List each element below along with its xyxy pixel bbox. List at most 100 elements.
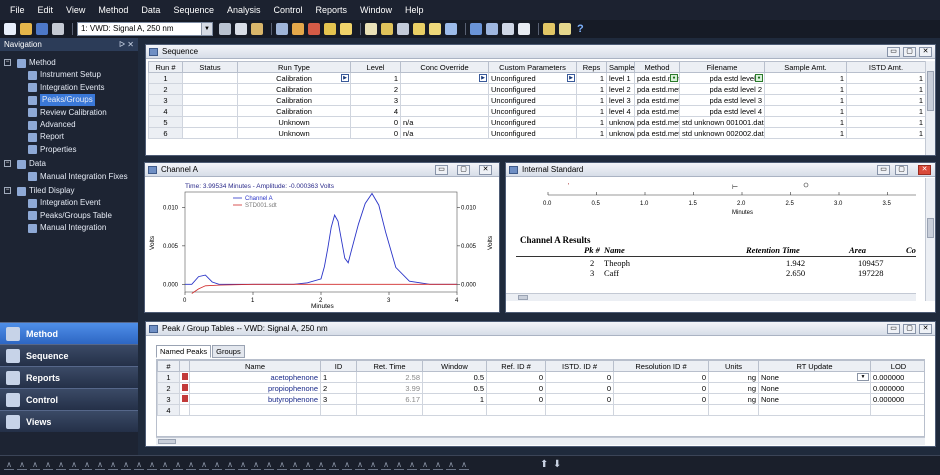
table-cell[interactable]: std unknown 001001.dat	[679, 116, 765, 128]
table-cell[interactable]: n/a	[400, 116, 489, 128]
table-row[interactable]: 1 Calibration ▶ 1 ▶ Unconfigured ▶ 1 level 1 pda …	[148, 72, 925, 84]
table-cell[interactable]: 1	[764, 94, 847, 106]
table-cell[interactable]: pda estd.met	[634, 94, 680, 106]
column-header[interactable]: LOD	[870, 360, 924, 372]
integration-tool-icon[interactable]: ∧	[329, 460, 339, 470]
table-cell[interactable]: pda estd level 3	[679, 94, 765, 106]
dropdown-arrow-icon[interactable]: ▶	[479, 74, 487, 82]
table-cell[interactable]: 1	[846, 83, 925, 95]
integration-tool-icon[interactable]: ∧	[56, 460, 66, 470]
peak-hscrollbar[interactable]	[156, 437, 925, 445]
table-cell[interactable]: 1	[576, 127, 607, 139]
table-cell[interactable]: Unknown	[237, 116, 351, 128]
table-cell[interactable]: 1	[576, 94, 607, 106]
row-number[interactable]: 2	[157, 382, 180, 394]
table-cell[interactable]: pda estd.met	[634, 83, 680, 95]
integration-tool-icon[interactable]: ∧	[238, 460, 248, 470]
table-cell[interactable]: 1	[764, 105, 847, 117]
integration-tool-icon[interactable]: ∧	[251, 460, 261, 470]
menu-analysis[interactable]: Analysis	[227, 5, 261, 15]
nav-button-method[interactable]: Method	[0, 322, 138, 344]
column-header[interactable]: Ret. Time	[356, 360, 423, 372]
column-header[interactable]: Name	[189, 360, 321, 372]
minimize-icon[interactable]: ▭	[887, 324, 900, 334]
column-header[interactable]: Reps	[576, 61, 607, 73]
integration-tool-icon[interactable]: ∧	[368, 460, 378, 470]
column-header[interactable]: ISTD. ID #	[545, 360, 614, 372]
table-cell[interactable]	[870, 404, 924, 416]
tab-groups[interactable]: Groups	[212, 345, 245, 358]
arrow-down-icon[interactable]: ⬇	[553, 459, 561, 470]
table-cell[interactable]: 0.5	[422, 371, 487, 383]
table-cell[interactable]: Unconfigured ▶	[488, 72, 577, 84]
minimize-icon[interactable]: ▭	[435, 165, 448, 175]
nav-item-tiled-display[interactable]: Tiled Display	[17, 185, 75, 197]
table-cell[interactable]: Unconfigured	[488, 127, 577, 139]
tree-collapse-icon[interactable]: −	[4, 187, 11, 194]
results-hscrollbar[interactable]	[506, 293, 916, 301]
sequence-scrollbar[interactable]	[925, 61, 935, 155]
table-cell[interactable]: 2.58	[356, 371, 423, 383]
table-cell[interactable]: 0.5	[422, 382, 487, 394]
table-row[interactable]: 4	[157, 404, 924, 416]
nav-item-instrument-setup[interactable]: Instrument Setup	[28, 69, 101, 81]
nav-item-peaks-groups-table[interactable]: Peaks/Groups Table	[28, 210, 112, 222]
table-cell[interactable]: 1	[422, 393, 487, 405]
table-cell[interactable]: pda estd.met	[634, 116, 680, 128]
table-cell[interactable]	[400, 83, 489, 95]
table-cell[interactable]	[545, 404, 614, 416]
integration-tool-icon[interactable]: ∧	[394, 460, 404, 470]
tree-collapse-icon[interactable]: −	[4, 59, 11, 66]
row-number[interactable]: 1	[157, 371, 180, 383]
table-cell[interactable]: pda estd level 4	[679, 105, 765, 117]
abort-icon[interactable]	[518, 23, 530, 35]
nav-item-integration-event[interactable]: Integration Event	[28, 197, 100, 209]
integration-tool-icon[interactable]: ∧	[433, 460, 443, 470]
table-cell[interactable]: 2	[350, 83, 401, 95]
table-cell[interactable]: ng	[708, 371, 759, 383]
integration-tool-icon[interactable]: ∧	[316, 460, 326, 470]
table-cell[interactable]: propiophenone	[189, 382, 321, 394]
table-cell[interactable]	[708, 404, 759, 416]
menu-method[interactable]: Method	[98, 5, 128, 15]
new-icon[interactable]	[4, 23, 16, 35]
table-cell[interactable]	[613, 404, 709, 416]
table-cell[interactable]: None ▼	[758, 371, 871, 383]
table-cell[interactable]: 2	[148, 83, 183, 95]
sequence-icon[interactable]	[365, 23, 377, 35]
instrument-icon[interactable]	[276, 23, 288, 35]
help-icon[interactable]: ?	[577, 23, 584, 35]
table-cell[interactable]: 1	[846, 72, 925, 84]
maximize-icon[interactable]: ▢	[903, 324, 916, 334]
table-cell[interactable]: 1	[764, 72, 847, 84]
table-cell[interactable]: Calibration ▶	[237, 72, 351, 84]
close-icon[interactable]: ✕	[919, 324, 932, 334]
integration-tool-icon[interactable]: ∧	[173, 460, 183, 470]
arrow-up-icon[interactable]: ⬆	[540, 459, 548, 470]
table-cell[interactable]: ng	[708, 393, 759, 405]
cut-icon[interactable]	[219, 23, 231, 35]
pin-icon[interactable]: ᐅ ✕	[119, 38, 134, 51]
table-cell[interactable]: Calibration	[237, 83, 351, 95]
table-cell[interactable]	[182, 127, 238, 139]
integration-tool-icon[interactable]: ∧	[381, 460, 391, 470]
run-icon[interactable]	[470, 23, 482, 35]
integration-tool-icon[interactable]: ∧	[134, 460, 144, 470]
row-number[interactable]: 3	[157, 393, 180, 405]
menu-view[interactable]: View	[66, 5, 85, 15]
table-cell[interactable]: None	[758, 393, 871, 405]
column-header[interactable]: Status	[182, 61, 238, 73]
browse-icon[interactable]: ●	[670, 74, 678, 82]
menu-edit[interactable]: Edit	[38, 5, 54, 15]
table-cell[interactable]: unknow	[606, 116, 635, 128]
column-header[interactable]: Conc Override	[400, 61, 489, 73]
table-cell[interactable]	[182, 94, 238, 106]
menu-help[interactable]: Help	[405, 5, 424, 15]
integration-tool-icon[interactable]: ∧	[121, 460, 131, 470]
nav-item-peaks-groups[interactable]: Peaks/Groups	[28, 94, 95, 107]
table-row[interactable]: 2 Calibration 2 Unconfigured 1 level 2 pda est…	[148, 83, 925, 95]
close-icon[interactable]: ✕	[918, 165, 931, 175]
dropdown-arrow-icon[interactable]: ▶	[567, 74, 575, 82]
table-cell[interactable]: n/a	[400, 127, 489, 139]
paste-icon[interactable]	[251, 23, 263, 35]
